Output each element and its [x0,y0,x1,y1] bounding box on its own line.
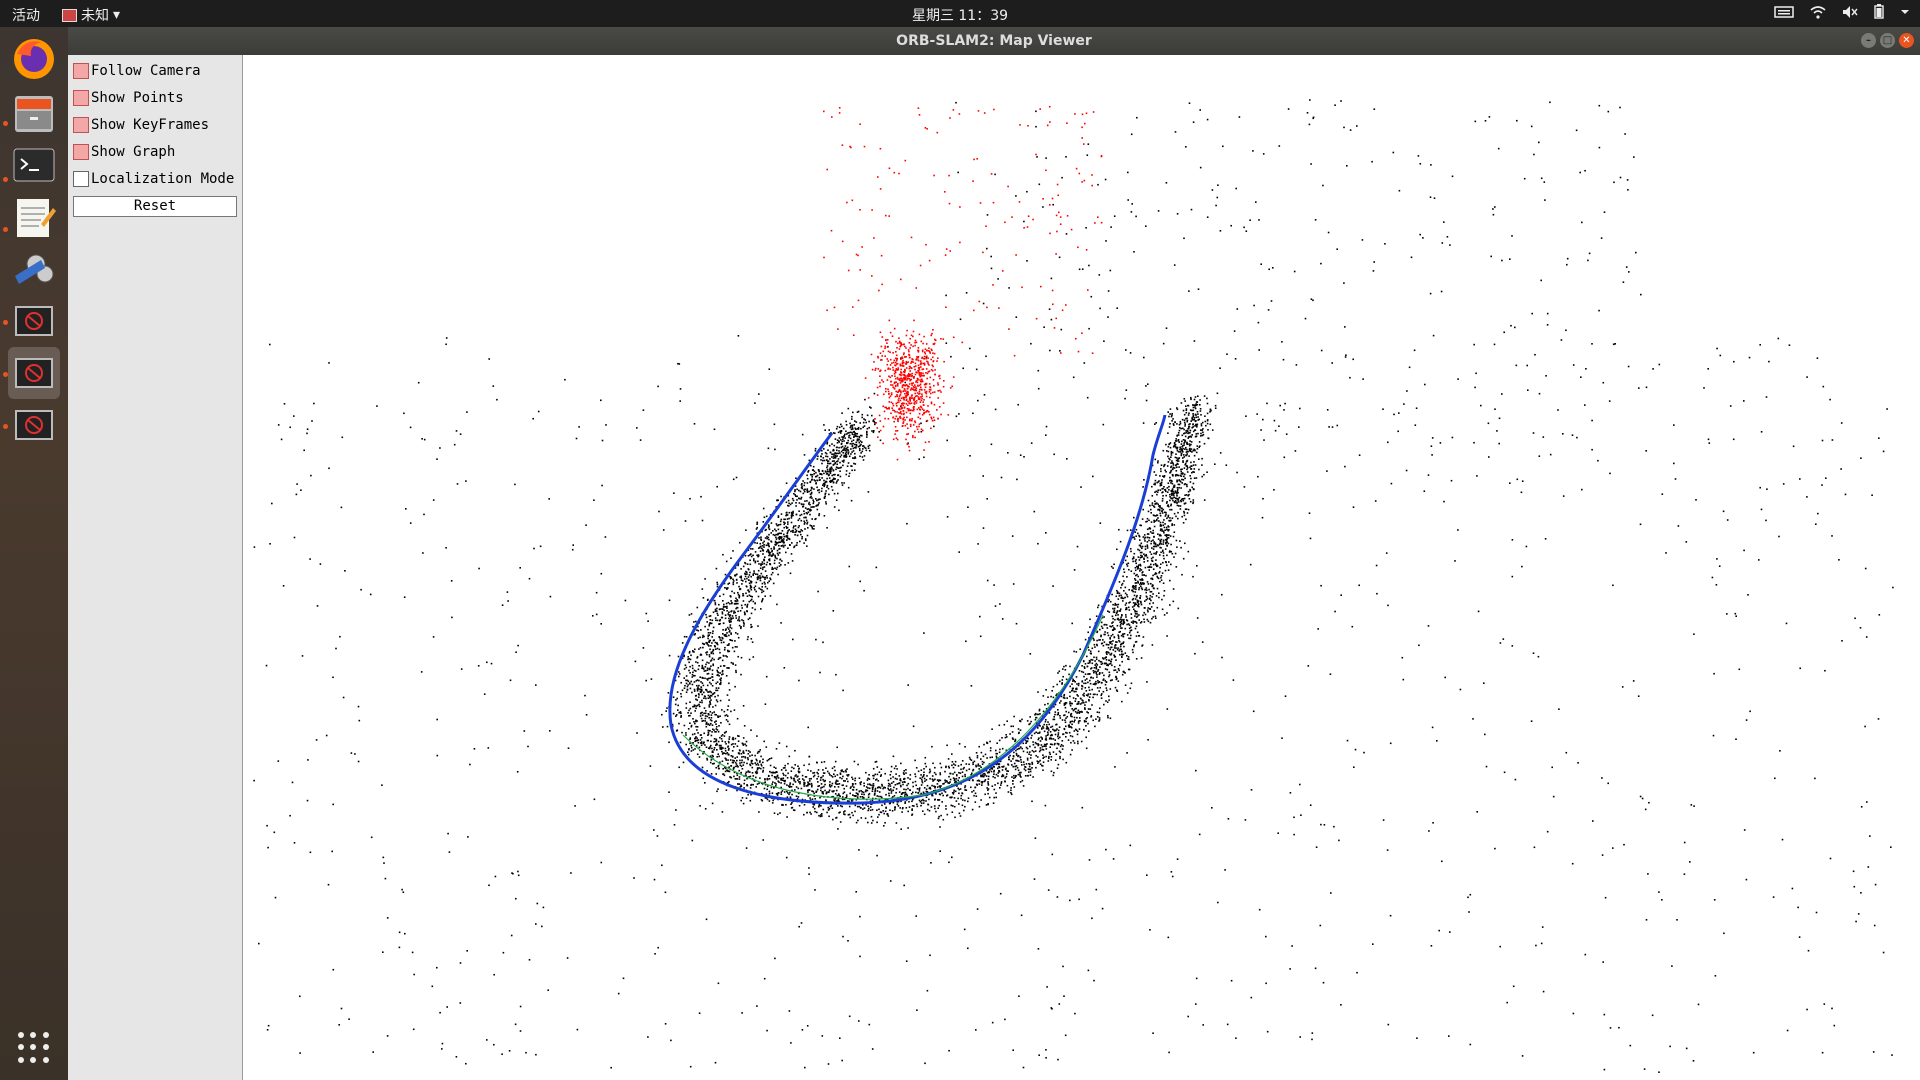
terminal-icon [13,148,55,182]
clock[interactable]: 星期三 11：39 [0,5,1920,25]
checkbox-box[interactable] [73,171,89,187]
dock-app-2[interactable] [8,347,60,399]
checkbox-label: Follow Camera [91,63,201,79]
localization-mode-checkbox[interactable]: Localization Mode [73,168,234,190]
dock-files[interactable] [8,87,60,139]
show-applications-button[interactable] [18,1032,50,1064]
blocked-app-icon [15,358,53,388]
grid-icon [18,1032,24,1038]
video-editor-icon [15,254,54,284]
dock-video-editor[interactable] [8,243,60,295]
map-points [253,99,1894,1073]
dock-app-1[interactable] [8,295,60,347]
checkbox-box[interactable] [73,117,89,133]
show-graph-checkbox[interactable]: Show Graph [73,141,175,163]
running-indicator [3,177,8,182]
point-cloud-canvas[interactable] [243,55,1920,1080]
running-indicator [3,372,8,377]
window-title: ORB-SLAM2: Map Viewer [896,33,1092,49]
reset-button[interactable]: Reset [73,196,237,217]
system-tray[interactable] [1774,4,1910,19]
show-points-checkbox[interactable]: Show Points [73,87,184,109]
blocked-app-icon [15,410,53,440]
checkbox-box[interactable] [73,90,89,106]
checkbox-label: Localization Mode [91,171,235,187]
dock-terminal[interactable] [8,139,60,191]
running-indicator [3,424,8,429]
volume-muted-icon[interactable] [1842,5,1858,19]
chevron-down-icon[interactable] [1900,7,1910,17]
checkbox-label: Show Points [91,90,184,106]
system-top-bar: 活动 未知 ▾ 星期三 11：39 [0,0,1920,27]
show-keyframes-checkbox[interactable]: Show KeyFrames [73,114,209,136]
map-viewport[interactable] [243,55,1920,1080]
reference-map-points [823,105,1103,461]
checkbox-label: Show Graph [91,144,176,160]
keyboard-icon[interactable] [1774,5,1794,19]
firefox-icon [14,39,54,79]
control-panel: Follow Camera Show Points Show KeyFrames… [68,55,243,1080]
blocked-app-icon [15,306,53,336]
close-button[interactable]: ✕ [1899,33,1914,48]
files-icon [15,96,53,132]
battery-icon[interactable] [1874,4,1884,19]
checkbox-box[interactable] [73,63,89,79]
dock-text-editor[interactable] [8,191,60,243]
running-indicator [3,121,8,126]
window-title-bar[interactable]: ORB-SLAM2: Map Viewer – □ ✕ [68,27,1920,55]
running-indicator [3,227,8,232]
dock-firefox[interactable] [8,33,60,85]
dock-app-3[interactable] [8,399,60,451]
maximize-button[interactable]: □ [1880,33,1895,48]
running-indicator [3,320,8,325]
follow-camera-checkbox[interactable]: Follow Camera [73,60,201,82]
text-editor-icon [17,199,56,237]
minimize-button[interactable]: – [1861,33,1876,48]
wifi-icon[interactable] [1810,5,1826,19]
checkbox-box[interactable] [73,144,89,160]
dock [0,27,68,1080]
checkbox-label: Show KeyFrames [91,117,210,133]
